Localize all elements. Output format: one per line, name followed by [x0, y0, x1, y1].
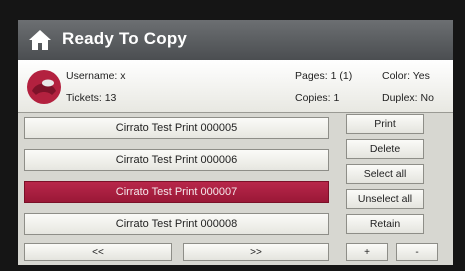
device-frame: Ready To Copy Username: x Tickets: 13 Pa… [0, 0, 465, 271]
decrease-copies-button[interactable]: - [396, 243, 438, 261]
unselect-all-button[interactable]: Unselect all [346, 189, 424, 209]
touch-screen: Ready To Copy Username: x Tickets: 13 Pa… [18, 20, 453, 265]
pages-label: Pages: 1 (1) [295, 70, 353, 82]
duplex-label: Duplex: No [382, 92, 434, 104]
print-button[interactable]: Print [346, 114, 424, 134]
job-list-item-selected[interactable]: Cirrato Test Print 000007 [24, 181, 329, 203]
job-list-item[interactable]: Cirrato Test Print 000008 [24, 213, 329, 235]
job-info-panel: Username: x Tickets: 13 Pages: 1 (1) Cop… [18, 60, 453, 113]
next-page-button[interactable]: >> [183, 243, 329, 261]
tickets-label: Tickets: 13 [66, 92, 117, 104]
title-bar: Ready To Copy [18, 20, 453, 60]
username-label: Username: x [66, 70, 126, 82]
page-title: Ready To Copy [62, 29, 188, 48]
increase-copies-button[interactable]: + [346, 243, 388, 261]
job-list-item[interactable]: Cirrato Test Print 000005 [24, 117, 329, 139]
retain-button[interactable]: Retain [346, 214, 424, 234]
select-all-button[interactable]: Select all [346, 164, 424, 184]
job-list-item[interactable]: Cirrato Test Print 000006 [24, 149, 329, 171]
user-avatar-icon [26, 69, 62, 105]
delete-button[interactable]: Delete [346, 139, 424, 159]
color-label: Color: Yes [382, 70, 430, 82]
previous-page-button[interactable]: << [24, 243, 172, 261]
job-list-area: Cirrato Test Print 000005 Cirrato Test P… [18, 112, 453, 265]
copies-label: Copies: 1 [295, 92, 340, 104]
home-icon[interactable] [28, 29, 52, 51]
